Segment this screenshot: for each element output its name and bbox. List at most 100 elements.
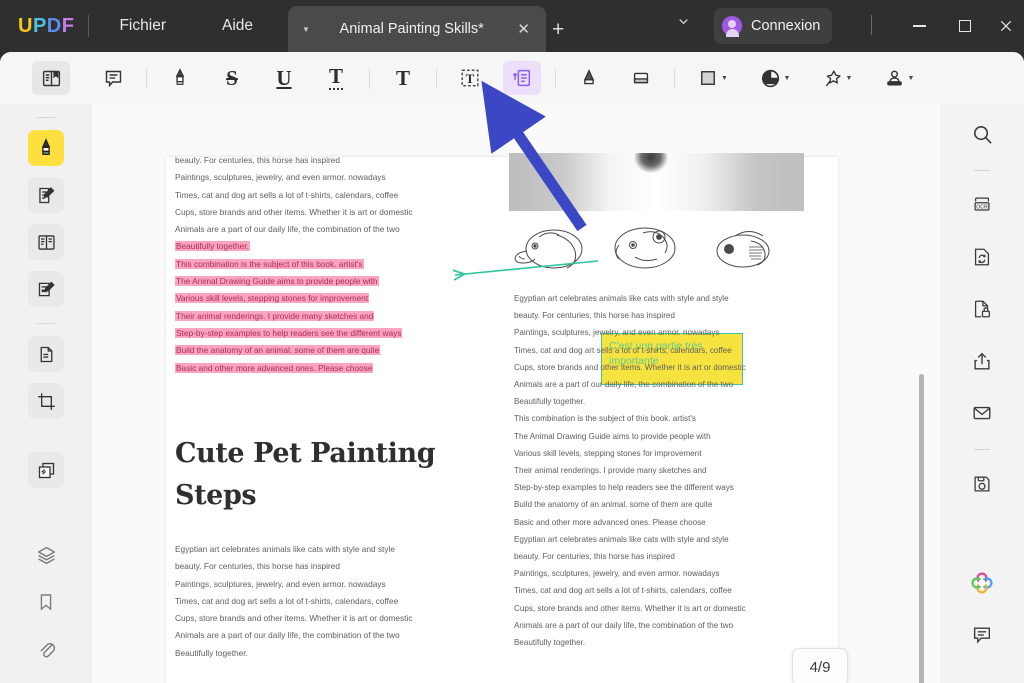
rail-page-thumbnails[interactable] — [28, 452, 64, 488]
shapes-button[interactable]: ▼ — [689, 61, 737, 95]
close-window-button[interactable] — [988, 10, 1024, 42]
chat-button[interactable] — [964, 617, 1000, 653]
doc-line: Paintings, sculptures, jewelry, and even… — [175, 172, 386, 183]
pencil-icon — [583, 68, 595, 85]
comment-icon — [105, 70, 121, 87]
text-button[interactable]: T — [384, 61, 422, 95]
dog-photo-image — [509, 153, 804, 211]
doc-line: beauty. For centuries, this horse has in… — [175, 155, 340, 165]
layers-icon — [37, 546, 55, 564]
pin-stamp-button[interactable]: ▼ — [813, 61, 861, 95]
rail-divider — [37, 323, 55, 324]
new-tab-button[interactable]: + — [552, 18, 564, 42]
chevron-down-icon[interactable]: ▼ — [846, 75, 853, 82]
rail-page-layout[interactable] — [28, 224, 64, 260]
doc-heading: Cute Pet Painting Steps — [175, 438, 436, 511]
save-as-button[interactable] — [964, 466, 1000, 502]
chat-bubble-icon — [973, 627, 991, 644]
titlebar-divider — [88, 15, 90, 37]
rail-layers[interactable] — [28, 537, 64, 573]
pdf-page[interactable]: beauty. For centuries, this horse has in… — [166, 153, 838, 683]
squiggly-underline-button[interactable]: T — [317, 61, 355, 95]
convert-button[interactable] — [964, 239, 1000, 275]
highlighted-line[interactable]: Beautifully together. — [175, 238, 465, 255]
text-box-button[interactable]: T — [451, 61, 489, 95]
updf-logo: UPDF — [18, 15, 74, 38]
rail-highlighter[interactable] — [28, 130, 64, 166]
protect-button[interactable] — [964, 291, 1000, 327]
ocr-button[interactable]: OCR — [964, 187, 1000, 223]
ai-assistant-button[interactable] — [964, 565, 1000, 601]
doc-line: Egyptian art celebrates animals like cat… — [514, 534, 729, 544]
underline-button[interactable]: U — [265, 61, 303, 95]
document-tab[interactable]: ▼ Animal Painting Skills* ✕ — [288, 6, 546, 52]
doc-line: Animals are a part of our daily life, th… — [514, 380, 734, 390]
annotation-toolbar: S U T T T ▼ ▼ ▼ ▼ — [0, 52, 1024, 104]
logo-letter-d: D — [46, 14, 62, 37]
square-shape-icon — [701, 71, 715, 85]
sticker-icon — [761, 69, 779, 87]
search-icon — [973, 125, 991, 143]
note-comment-button[interactable] — [94, 61, 132, 95]
chevron-down-icon[interactable]: ▼ — [784, 75, 791, 82]
tab-close-icon[interactable]: ✕ — [517, 20, 530, 38]
chevron-down-icon[interactable]: ▼ — [908, 75, 915, 82]
highlighted-line[interactable]: The Animal Drawing Guide aims to provide… — [175, 273, 465, 290]
highlighted-line[interactable]: Step-by-step examples to help readers se… — [175, 325, 465, 342]
highlighted-line[interactable]: This combination is the subject of this … — [175, 256, 465, 273]
doc-line: beauty. For centuries, this horse has in… — [514, 311, 675, 321]
rail-divider — [974, 449, 990, 450]
doc-line: Beautifully together. — [175, 647, 248, 658]
highlighted-line[interactable]: Build the anatomy of an animal. some of … — [175, 342, 465, 359]
stamp-button[interactable]: ▼ — [875, 61, 923, 95]
document-viewer[interactable]: beauty. For centuries, this horse has in… — [92, 104, 940, 683]
doc-line: Build the anatomy of an animal. some of … — [514, 500, 713, 510]
page-indicator[interactable]: 4/9 — [792, 648, 848, 683]
rail-edit-pdf[interactable] — [28, 271, 64, 307]
avatar — [722, 16, 742, 37]
paperclip-icon — [40, 642, 55, 657]
stickers-button[interactable]: ▼ — [751, 61, 799, 95]
doc-line: Cups, store brands and other items. Whet… — [175, 206, 413, 217]
menu-aide[interactable]: Aide — [206, 11, 269, 41]
rail-crop[interactable] — [28, 383, 64, 419]
rail-divider — [974, 170, 990, 171]
right-sidebar-bottom — [940, 565, 1024, 669]
doc-line: Paintings, sculptures, jewelry, and even… — [514, 569, 720, 579]
highlighted-line[interactable]: Various skill levels, stepping stones fo… — [175, 290, 465, 307]
highlight-text: Their animal renderings. I provide many … — [175, 310, 375, 321]
highlighted-line[interactable]: Basic and other more advanced ones. Plea… — [175, 360, 465, 377]
text-callout-button[interactable] — [503, 61, 541, 95]
rail-attachments[interactable] — [28, 631, 64, 667]
doc-line: Cups, store brands and other items. Whet… — [514, 362, 746, 372]
strikethrough-button[interactable]: S — [213, 61, 251, 95]
highlight-button[interactable] — [161, 61, 199, 95]
toolbar-divider — [436, 67, 437, 89]
share-button[interactable] — [964, 343, 1000, 379]
menu-fichier[interactable]: Fichier — [103, 11, 182, 41]
account-button[interactable]: Connexion — [714, 8, 833, 44]
minimize-button[interactable] — [896, 10, 942, 42]
pencil-button[interactable] — [570, 61, 608, 95]
highlight-text: This combination is the subject of this … — [175, 258, 364, 269]
doc-line: Times, cat and dog art sells a lot of t-… — [175, 189, 399, 200]
maximize-button[interactable] — [942, 10, 988, 42]
doc-line: Egyptian art celebrates animals like cat… — [175, 544, 395, 554]
highlighted-line[interactable]: Their animal renderings. I provide many … — [175, 308, 465, 325]
toolbar-divider — [555, 67, 556, 89]
rail-organize-pages[interactable] — [28, 336, 64, 372]
email-button[interactable] — [964, 395, 1000, 431]
search-button[interactable] — [964, 116, 1000, 152]
doc-line: Paintings, sculptures, jewelry, and even… — [175, 578, 386, 589]
convert-file-icon — [974, 248, 990, 266]
eraser-button[interactable] — [622, 61, 660, 95]
rail-bookmarks[interactable] — [28, 584, 64, 620]
reader-view-button[interactable] — [32, 61, 70, 95]
chevron-down-icon[interactable]: ▼ — [721, 75, 728, 82]
chevron-down-icon[interactable] — [676, 14, 691, 32]
rail-annotate[interactable] — [28, 177, 64, 213]
pin-icon — [825, 69, 841, 86]
document-scrollbar[interactable] — [919, 374, 924, 683]
doc-line: Beautifully together. — [514, 638, 586, 648]
doc-line: beauty. For centuries, this horse has in… — [514, 552, 675, 562]
